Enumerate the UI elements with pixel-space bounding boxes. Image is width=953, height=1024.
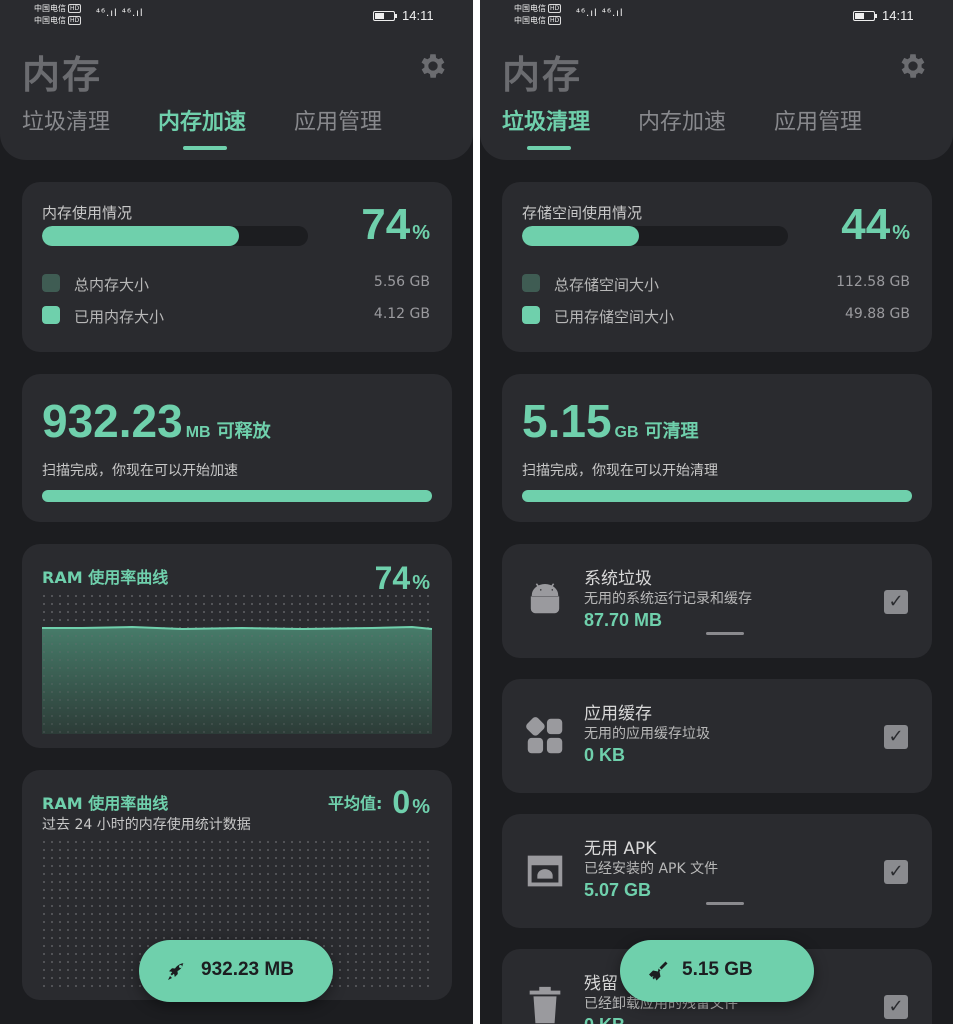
broom-icon xyxy=(649,961,668,981)
carrier-label: 中国电信 HD xyxy=(514,4,562,13)
item-size: 5.07 GB xyxy=(584,880,652,900)
item-size: 0 KB xyxy=(584,1015,625,1024)
clean-button[interactable]: 5.15 GB xyxy=(620,940,814,1002)
tab-memory-boost[interactable]: 内存加速 xyxy=(158,104,246,136)
legend-used-value: 4.12 GB xyxy=(373,306,430,322)
app-header: 中国电信 HD 中国电信 HD ⁴⁶.ıl ⁴⁶.ıl 14:11 内存 垃圾清理 … xyxy=(480,0,953,160)
storage-usage-card: 存储空间使用情况 44% 总存储空间大小 112.58 GB 已用存储空间大小 … xyxy=(502,182,932,352)
scan-status-message: 扫描完成，你现在可以开始加速 xyxy=(42,463,238,479)
legend-used-label: 已用内存大小 xyxy=(74,308,165,326)
item-description: 无用的应用缓存垃圾 xyxy=(584,726,710,742)
junk-clean-screen: 中国电信 HD 中国电信 HD ⁴⁶.ıl ⁴⁶.ıl 14:11 内存 垃圾清理 … xyxy=(480,0,953,1024)
legend-used-label: 已用存储空间大小 xyxy=(554,308,675,326)
legend-total-label: 总内存大小 xyxy=(74,276,150,294)
item-description: 已经安装的 APK 文件 xyxy=(584,861,719,877)
tab-junk-clean[interactable]: 垃圾清理 xyxy=(502,104,590,136)
page-title: 内存 xyxy=(502,53,583,97)
item-size: 87.70 MB xyxy=(584,610,663,630)
usage-label: 内存使用情况 xyxy=(42,204,133,222)
status-time: 14:11 xyxy=(402,8,434,23)
legend-swatch-used xyxy=(42,306,60,324)
item-progress-indicator xyxy=(706,632,744,635)
carrier-label: 中国电信 HD xyxy=(514,16,562,25)
memory-usage-card: 内存使用情况 74% 总内存大小 5.56 GB 已用内存大小 4.12 GB xyxy=(22,182,452,352)
scan-progress-bar xyxy=(42,490,432,502)
apps-grid-icon xyxy=(526,717,563,754)
clean-button-label: 5.15 GB xyxy=(682,959,753,980)
legend-total-label: 总存储空间大小 xyxy=(554,276,660,294)
tab-memory-boost[interactable]: 内存加速 xyxy=(638,104,726,136)
average-value: 0% xyxy=(392,784,430,820)
carrier-label: 中国电信 HD xyxy=(34,16,82,25)
item-title: 应用缓存 xyxy=(584,704,652,724)
tab-app-manager[interactable]: 应用管理 xyxy=(294,104,382,136)
status-bar: 中国电信 HD 中国电信 HD ⁴⁶.ıl ⁴⁶.ıl 14:11 xyxy=(0,0,473,30)
signal-icon: ⁴⁶.ıl ⁴⁶.ıl xyxy=(96,8,144,19)
cleanable-card: 5.15 GB 可清理 扫描完成，你现在可以开始清理 xyxy=(502,374,932,522)
legend-total-value: 5.56 GB xyxy=(373,274,430,290)
boost-button[interactable]: 932.23 MB xyxy=(139,940,333,1002)
item-title: 残留 xyxy=(584,974,618,994)
releasable-card: 932.23 MB 可释放 扫描完成，你现在可以开始加速 xyxy=(22,374,452,522)
trash-icon xyxy=(529,986,561,1024)
history-subtitle: 过去 24 小时的内存使用统计数据 xyxy=(42,817,251,833)
battery-icon xyxy=(373,11,397,21)
ram-usage-area-chart xyxy=(42,594,432,734)
item-checkbox[interactable]: ✓ xyxy=(884,995,908,1019)
legend-used-value: 49.88 GB xyxy=(845,306,910,322)
carrier-label: 中国电信 HD xyxy=(34,4,82,13)
junk-item-apk[interactable]: 无用 APK 已经安装的 APK 文件 5.07 GB ✓ xyxy=(502,814,932,928)
usage-percent: 74% xyxy=(361,200,430,249)
tab-junk-clean[interactable]: 垃圾清理 xyxy=(22,104,110,136)
status-time: 14:11 xyxy=(882,8,914,23)
memory-boost-screen: 中国电信 HD 中国电信 HD ⁴⁶.ıl ⁴⁶.ıl 14:11 内存 垃圾清理 … xyxy=(0,0,473,1024)
active-tab-indicator xyxy=(527,146,571,150)
scan-progress-bar xyxy=(522,490,912,502)
junk-item-system[interactable]: 系统垃圾 无用的系统运行记录和缓存 87.70 MB ✓ xyxy=(502,544,932,658)
status-bar: 中国电信 HD 中国电信 HD ⁴⁶.ıl ⁴⁶.ıl 14:11 xyxy=(480,0,953,30)
item-checkbox[interactable]: ✓ xyxy=(884,725,908,749)
item-size: 0 KB xyxy=(584,745,626,765)
item-checkbox[interactable]: ✓ xyxy=(884,590,908,614)
app-header: 中国电信 HD 中国电信 HD ⁴⁶.ıl ⁴⁶.ıl 14:11 内存 垃圾清理 … xyxy=(0,0,473,160)
rocket-icon xyxy=(168,963,185,980)
history-title: RAM 使用率曲线 xyxy=(42,794,169,813)
ram-usage-chart-card: RAM 使用率曲线 74% xyxy=(22,544,452,748)
item-checkbox[interactable]: ✓ xyxy=(884,860,908,884)
usage-percent: 44% xyxy=(841,200,910,249)
legend-swatch-total xyxy=(522,274,540,292)
item-description: 无用的系统运行记录和缓存 xyxy=(584,591,752,607)
chart-percent: 74% xyxy=(374,560,430,596)
usage-label: 存储空间使用情况 xyxy=(522,204,643,222)
usage-progress-bar xyxy=(522,226,788,246)
legend-total-value: 112.58 GB xyxy=(836,274,910,290)
boost-button-label: 932.23 MB xyxy=(201,959,294,980)
item-progress-indicator xyxy=(706,902,744,905)
average-label: 平均值: xyxy=(328,794,383,813)
legend-swatch-used xyxy=(522,306,540,324)
chart-title: RAM 使用率曲线 xyxy=(42,568,169,587)
junk-item-app-cache[interactable]: 应用缓存 无用的应用缓存垃圾 0 KB ✓ xyxy=(502,679,932,793)
android-icon xyxy=(530,583,560,614)
cleanable-amount: 5.15 GB 可清理 xyxy=(522,395,699,447)
legend-swatch-total xyxy=(42,274,60,292)
gear-icon[interactable] xyxy=(417,50,449,82)
active-tab-indicator xyxy=(183,146,227,150)
item-title: 系统垃圾 xyxy=(584,569,652,589)
battery-icon xyxy=(853,11,877,21)
tab-app-manager[interactable]: 应用管理 xyxy=(774,104,862,136)
gear-icon[interactable] xyxy=(897,50,929,82)
releasable-amount: 932.23 MB 可释放 xyxy=(42,395,271,447)
item-title: 无用 APK xyxy=(584,839,657,859)
signal-icon: ⁴⁶.ıl ⁴⁶.ıl xyxy=(576,8,624,19)
apk-box-icon xyxy=(527,855,563,887)
usage-progress-bar xyxy=(42,226,308,246)
scan-status-message: 扫描完成，你现在可以开始清理 xyxy=(522,463,718,479)
page-title: 内存 xyxy=(22,53,103,97)
